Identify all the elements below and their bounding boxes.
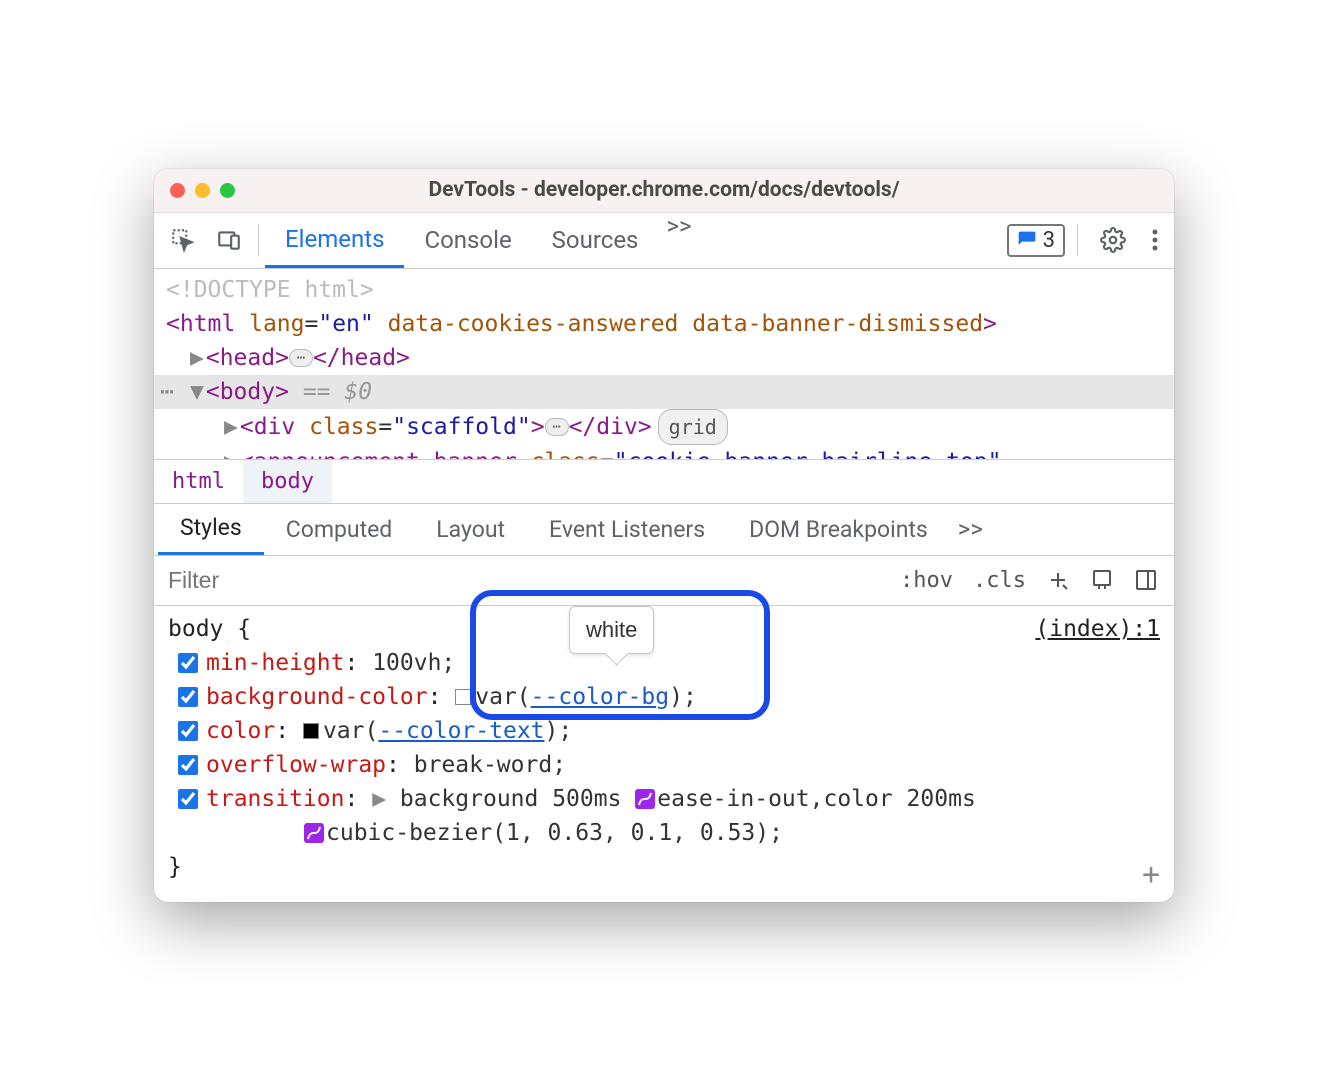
dom-doctype: <!DOCTYPE html> — [154, 273, 1174, 307]
subtab-computed[interactable]: Computed — [264, 504, 415, 555]
subtab-styles[interactable]: Styles — [158, 504, 264, 555]
device-toolbar-icon[interactable] — [206, 221, 252, 259]
maximize-window-button[interactable] — [220, 183, 235, 198]
bezier-editor-icon[interactable] — [304, 823, 324, 843]
computed-panel-icon[interactable] — [1126, 562, 1166, 598]
main-toolbar: Elements Console Sources >> 3 — [154, 213, 1174, 269]
prop-min-height[interactable]: min-height: 100vh; — [168, 646, 1160, 680]
color-swatch-black[interactable] — [303, 723, 319, 739]
main-tabs: Elements Console Sources >> — [265, 212, 700, 268]
styles-rules: white body { (index):1 min-height: 100vh… — [154, 605, 1174, 902]
rule-close-brace: } — [168, 850, 1160, 884]
color-swatch-white[interactable] — [455, 689, 471, 705]
toggle-min-height[interactable] — [178, 653, 198, 673]
prop-transition[interactable]: transition: ▶ background 500ms ease-in-o… — [168, 782, 1160, 816]
subtab-layout[interactable]: Layout — [414, 504, 527, 555]
toolbar-divider — [1077, 224, 1078, 256]
titlebar: DevTools - developer.chrome.com/docs/dev… — [154, 169, 1174, 213]
tab-elements[interactable]: Elements — [265, 212, 404, 268]
format-icon[interactable] — [1082, 562, 1122, 598]
breadcrumb-html[interactable]: html — [154, 460, 243, 503]
issues-count: 3 — [1043, 228, 1055, 253]
devtools-window: DevTools - developer.chrome.com/docs/dev… — [154, 169, 1174, 902]
subtab-event-listeners[interactable]: Event Listeners — [527, 504, 727, 555]
breadcrumb: html body — [154, 459, 1174, 503]
css-selector[interactable]: body { — [168, 612, 251, 646]
new-style-rule-icon[interactable] — [1038, 562, 1078, 598]
more-subtabs-icon[interactable]: >> — [950, 515, 991, 543]
dom-tree[interactable]: <!DOCTYPE html> <html lang="en" data-coo… — [154, 269, 1174, 459]
settings-icon[interactable] — [1090, 221, 1136, 259]
styles-subtabs: Styles Computed Layout Event Listeners D… — [154, 503, 1174, 555]
dom-truncated-line[interactable]: ▶<announcement-banner class="cookie-bann… — [154, 445, 1174, 459]
prop-background-color[interactable]: background-color: var(--color-bg); — [168, 680, 1160, 714]
color-tooltip: white — [569, 606, 654, 654]
kebab-menu-icon[interactable] — [1142, 222, 1168, 258]
tab-console[interactable]: Console — [404, 212, 531, 268]
dom-html-open[interactable]: <html lang="en" data-cookies-answered da… — [154, 307, 1174, 341]
styles-filter-bar: :hov .cls — [154, 555, 1174, 605]
css-var-color-bg[interactable]: --color-bg — [531, 684, 669, 710]
dom-body-selected[interactable]: ▼<body> == $0 — [154, 375, 1174, 409]
toggle-background-color[interactable] — [178, 687, 198, 707]
layout-badge-grid[interactable]: grid — [658, 409, 728, 445]
add-property-icon[interactable]: + — [1142, 858, 1160, 892]
dom-div-scaffold[interactable]: ▶<div class="scaffold">⋯</div>grid — [154, 409, 1174, 445]
bezier-editor-icon[interactable] — [635, 789, 655, 809]
subtab-dom-breakpoints[interactable]: DOM Breakpoints — [727, 504, 950, 555]
minimize-window-button[interactable] — [195, 183, 210, 198]
source-link[interactable]: (index):1 — [1035, 612, 1160, 646]
inspect-element-icon[interactable] — [160, 221, 206, 259]
cls-button[interactable]: .cls — [965, 562, 1034, 599]
issues-badge[interactable]: 3 — [1007, 224, 1065, 257]
prop-overflow-wrap[interactable]: overflow-wrap: break-word; — [168, 748, 1160, 782]
toggle-color[interactable] — [178, 721, 198, 741]
close-window-button[interactable] — [170, 183, 185, 198]
filter-input[interactable] — [154, 556, 884, 605]
more-tabs-icon[interactable]: >> — [658, 212, 699, 268]
toggle-overflow-wrap[interactable] — [178, 755, 198, 775]
prop-transition-cont[interactable]: cubic-bezier(1, 0.63, 0.1, 0.53); — [168, 816, 1160, 850]
toggle-transition[interactable] — [178, 789, 198, 809]
hov-button[interactable]: :hov — [892, 562, 961, 599]
css-var-color-text[interactable]: --color-text — [378, 718, 544, 744]
dom-head[interactable]: ▶<head>⋯</head> — [154, 341, 1174, 375]
toolbar-divider — [258, 224, 259, 256]
window-title: DevTools - developer.chrome.com/docs/dev… — [154, 178, 1174, 202]
breadcrumb-body[interactable]: body — [243, 460, 332, 503]
traffic-lights — [170, 183, 235, 198]
prop-color[interactable]: color: var(--color-text); — [168, 714, 1160, 748]
tab-sources[interactable]: Sources — [532, 212, 659, 268]
